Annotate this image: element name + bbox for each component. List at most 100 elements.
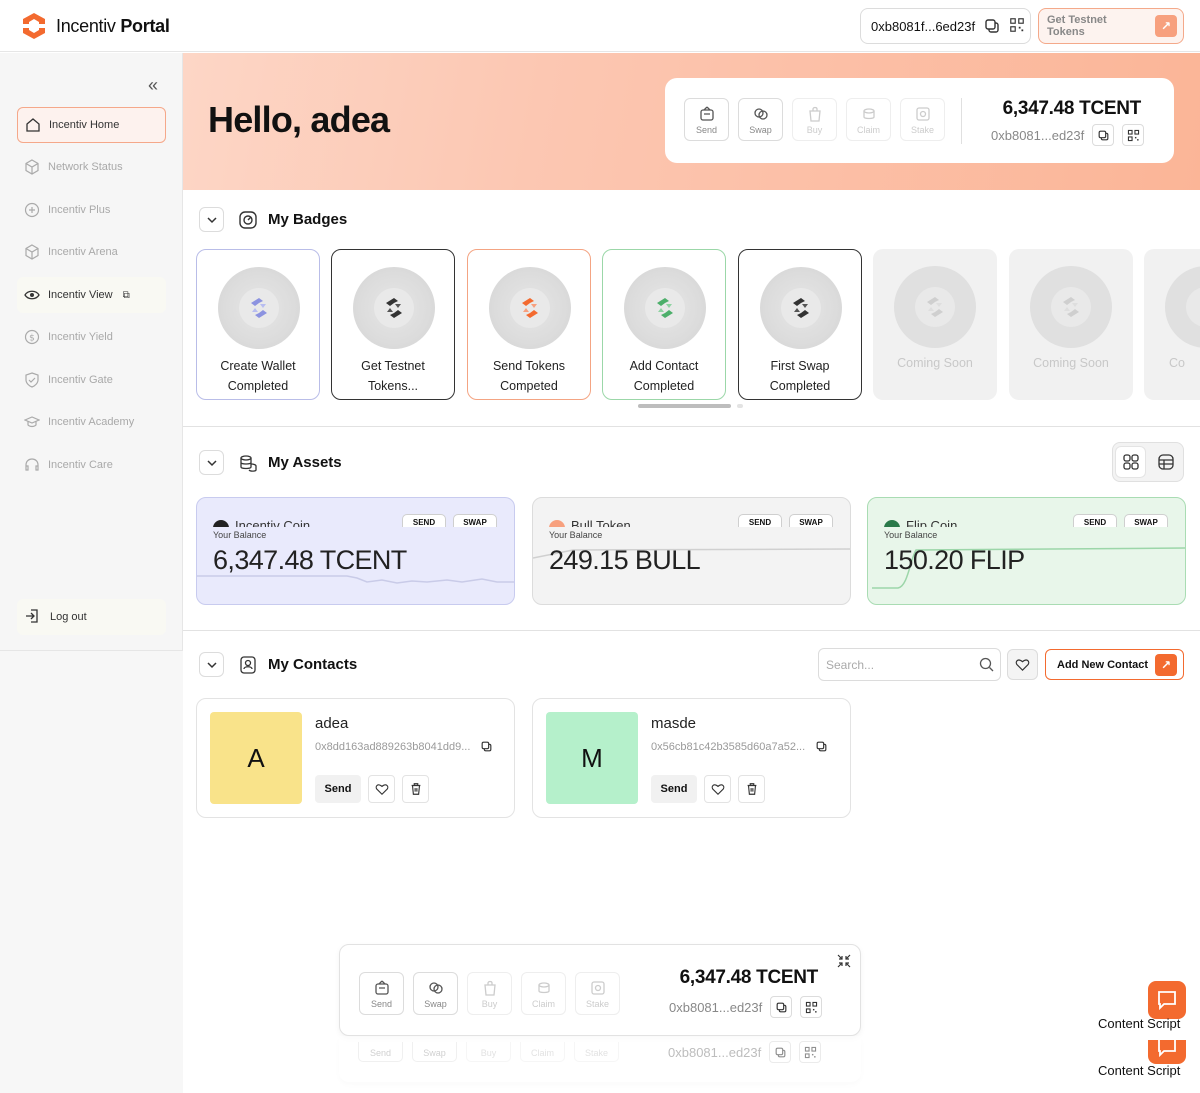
wallet-address-pill[interactable]: 0xb8081f...6ed23f — [860, 8, 1031, 44]
favorite-button[interactable] — [704, 775, 731, 803]
copy-icon[interactable] — [1092, 124, 1115, 146]
badge-get-testnet-tokens[interactable]: Get Testnet Tokens... — [331, 249, 455, 400]
buy-action-button[interactable]: Buy — [466, 1042, 511, 1062]
send-action-button[interactable]: Send — [358, 1042, 403, 1062]
copy-icon[interactable] — [815, 740, 828, 753]
delete-button[interactable] — [402, 775, 429, 803]
logout-button[interactable]: Log out — [17, 599, 166, 635]
send-action-button[interactable]: Send — [684, 98, 729, 141]
copy-icon[interactable] — [769, 1041, 792, 1063]
section-title: My Assets — [268, 454, 342, 471]
stake-label: Stake — [910, 124, 934, 135]
chevron-down-icon[interactable] — [199, 207, 224, 232]
shopping-bag-icon — [483, 980, 496, 996]
sidebar-item-incentiv-arena[interactable]: Incentiv Arena — [17, 234, 166, 270]
badge-first-swap[interactable]: First Swap Completed — [738, 249, 862, 400]
section-title: My Contacts — [268, 656, 358, 673]
qr-code-icon[interactable] — [799, 1041, 822, 1063]
collapse-sidebar-icon[interactable]: « — [148, 75, 158, 96]
swap-action-button[interactable]: Swap — [412, 1042, 457, 1062]
badge-coming-soon: Coming Soon — [1009, 249, 1133, 400]
favorites-filter-button[interactable] — [1007, 649, 1038, 680]
asset-card-bull-token[interactable]: Bull Token SEND SWAP Your Balance 249.15… — [532, 497, 851, 605]
copy-icon[interactable] — [983, 17, 1001, 35]
send-label: Send — [695, 124, 718, 135]
sidebar-item-incentiv-academy[interactable]: Incentiv Academy — [17, 404, 166, 440]
stake-action-button[interactable]: Stake — [575, 972, 620, 1015]
trash-icon — [747, 783, 756, 795]
content-script-label: Content Script — [1098, 1063, 1181, 1078]
stake-label: Stake — [585, 998, 609, 1009]
incentiv-logo-icon — [522, 298, 538, 318]
coins-icon — [537, 981, 550, 993]
asset-card-incentiv-coin[interactable]: Incentiv Coin SEND SWAP Your Balance 6,3… — [196, 497, 515, 605]
chevron-down-icon[interactable] — [199, 450, 224, 475]
contact-card-adea[interactable]: A adea 0x8dd163ad889263b8041dd9... Send — [196, 698, 515, 818]
table-view-icon[interactable] — [1150, 446, 1181, 478]
content-script-label: Content Script — [1098, 1016, 1181, 1031]
sidebar-item-network-status[interactable]: Network Status — [17, 149, 166, 185]
incentiv-logo-icon — [793, 298, 809, 318]
contact-address: 0x56cb81c42b3585d60a7a52... — [651, 740, 806, 753]
swap-action-button[interactable]: Swap — [413, 972, 458, 1015]
buy-action-button[interactable]: Buy — [792, 98, 837, 141]
wallet-address: 0xb8081...ed23f — [991, 127, 1085, 143]
section-divider — [183, 630, 1200, 631]
sidebar-item-incentiv-home[interactable]: Incentiv Home — [17, 107, 166, 143]
buy-action-button[interactable]: Buy — [467, 972, 512, 1015]
claim-action-button[interactable]: Claim — [846, 98, 891, 141]
qr-code-icon[interactable] — [1122, 124, 1145, 146]
sidebar-item-incentiv-yield[interactable]: $ Incentiv Yield — [17, 319, 166, 355]
content-script-chat-button[interactable] — [1148, 1038, 1186, 1064]
eye-icon — [24, 287, 40, 303]
get-testnet-tokens-button[interactable]: Get Testnet Tokens ↗ — [1038, 8, 1184, 44]
avatar: A — [210, 712, 302, 804]
send-to-contact-button[interactable]: Send — [315, 775, 361, 803]
favorite-button[interactable] — [368, 775, 395, 803]
cube-icon — [24, 159, 40, 175]
sidebar-item-incentiv-care[interactable]: Incentiv Care — [17, 447, 166, 483]
content-script-chat-button[interactable] — [1148, 981, 1186, 1019]
send-action-button[interactable]: Send — [359, 972, 404, 1015]
sidebar-background — [0, 651, 183, 1093]
badges-scrollbar[interactable] — [638, 404, 744, 408]
asset-amount: 249.15 BULL — [549, 545, 701, 575]
add-new-contact-button[interactable]: Add New Contact ↗ — [1045, 649, 1184, 680]
qr-code-icon[interactable] — [1009, 17, 1027, 35]
contact-card-masde[interactable]: M masde 0x56cb81c42b3585d60a7a52... Send — [532, 698, 851, 818]
badge-label: Coming Soon — [897, 356, 973, 370]
copy-icon[interactable] — [480, 740, 493, 753]
stake-action-button[interactable]: Stake — [900, 98, 945, 141]
qr-code-icon[interactable] — [800, 996, 823, 1018]
sidebar-item-incentiv-plus[interactable]: Incentiv Plus — [17, 192, 166, 228]
asset-card-flip-coin[interactable]: Flip Coin SEND SWAP Your Balance 150.20 … — [867, 497, 1186, 605]
swap-action-button[interactable]: Swap — [738, 98, 783, 141]
sidebar-item-incentiv-gate[interactable]: Incentiv Gate — [17, 362, 166, 398]
sidebar-item-incentiv-view[interactable]: Incentiv View ⧉ — [17, 277, 166, 313]
sidebar-item-label: Incentiv Care — [48, 459, 113, 471]
badge-add-contact[interactable]: Add Contact Completed — [602, 249, 726, 400]
contacts-search-input[interactable]: Search... — [818, 648, 1001, 681]
badge-send-tokens[interactable]: Send Tokens Competed — [467, 249, 591, 400]
chevron-down-icon[interactable] — [199, 652, 224, 677]
stake-action-button[interactable]: Stake — [574, 1042, 619, 1062]
scrollbar-thumb[interactable] — [638, 404, 731, 408]
send-to-contact-button[interactable]: Send — [651, 775, 697, 803]
delete-button[interactable] — [738, 775, 765, 803]
section-divider — [183, 426, 1200, 427]
chat-bubble-icon — [1158, 991, 1176, 1011]
avatar: M — [546, 712, 638, 804]
claim-action-button[interactable]: Claim — [521, 972, 566, 1015]
buy-label: Buy — [806, 124, 823, 135]
minimize-icon[interactable] — [837, 954, 851, 968]
your-balance-label: Your Balance — [213, 530, 267, 540]
assets-section-header: My Assets — [199, 450, 342, 475]
grid-view-icon[interactable] — [1115, 446, 1147, 478]
logo[interactable]: Incentiv Portal — [20, 12, 170, 40]
badge-create-wallet[interactable]: Create Wallet Completed — [196, 249, 320, 400]
sidebar-item-label: Incentiv View — [48, 289, 113, 301]
search-placeholder: Search... — [826, 657, 875, 672]
wallet-address: 0xb8081f...6ed23f — [871, 18, 976, 34]
copy-icon[interactable] — [770, 996, 793, 1018]
claim-action-button[interactable]: Claim — [520, 1042, 565, 1062]
